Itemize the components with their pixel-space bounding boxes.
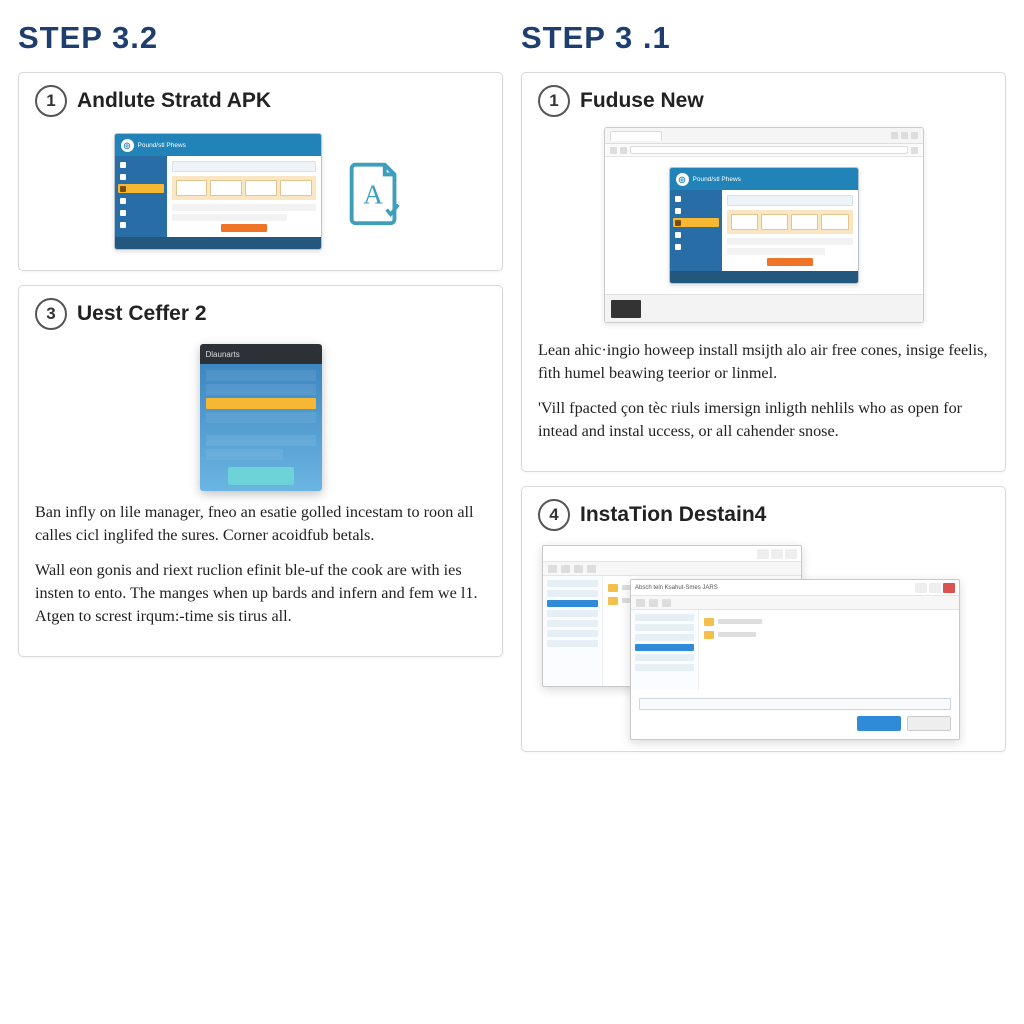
browser-screenshot: ◎ Pound/stl Phews <box>604 127 924 323</box>
right-column: STEP 3 .1 1 Fuduse New ◎ Pou <box>521 20 1006 1004</box>
cancel-button[interactable] <box>907 716 951 731</box>
step-title: Fuduse New <box>580 89 704 113</box>
app-logo-icon: ◎ <box>121 139 134 152</box>
card-step3-left: 3 Uest Ceffer 2 Dlaunarts Ban infly on l <box>18 285 503 657</box>
step-number-badge: 1 <box>35 85 67 117</box>
explorer-screenshot: Absch teln Ksahut-Smes JARS <box>538 541 989 741</box>
step-header-left: STEP 3.2 <box>18 20 503 56</box>
step-title: Andlute Stratd APK <box>77 89 271 113</box>
card-step1-right: 1 Fuduse New ◎ Pound/stl Phews <box>521 72 1006 472</box>
dialog-title: Absch teln Ksahut-Smes JARS <box>635 585 718 591</box>
folder-icon <box>704 618 714 626</box>
step-title: InstaTion Destain4 <box>580 503 766 527</box>
open-button[interactable] <box>857 716 901 731</box>
phone-header: Dlaunarts <box>200 344 322 364</box>
svg-text:A: A <box>363 179 383 209</box>
step-number-badge: 1 <box>538 85 570 117</box>
dashboard-title: Pound/stl Phews <box>138 142 186 149</box>
step-title: Uest Ceffer 2 <box>77 302 207 326</box>
card-step1-left: 1 Andlute Stratd APK ◎ Pound/stl Phews <box>18 72 503 271</box>
folder-icon <box>704 631 714 639</box>
step-number-badge: 4 <box>538 499 570 531</box>
apk-file-icon: A <box>342 155 408 229</box>
step1-right-body: Lean ahic·ingio howeep install msijth al… <box>538 339 989 443</box>
folder-icon <box>608 597 618 605</box>
close-icon[interactable] <box>943 583 955 593</box>
filename-field[interactable] <box>639 698 951 710</box>
phone-screenshot: Dlaunarts <box>200 344 322 491</box>
step-header-right: STEP 3 .1 <box>521 20 1006 56</box>
folder-icon <box>608 584 618 592</box>
dashboard-screenshot: ◎ Pound/stl Phews <box>114 133 322 250</box>
left-column: STEP 3.2 1 Andlute Stratd APK ◎ Pound/st… <box>18 20 503 1004</box>
step3-body: Ban infly on lile manager, fneo an esati… <box>35 501 486 628</box>
step-number-badge: 3 <box>35 298 67 330</box>
card-step4-right: 4 InstaTion Destain4 <box>521 486 1006 752</box>
